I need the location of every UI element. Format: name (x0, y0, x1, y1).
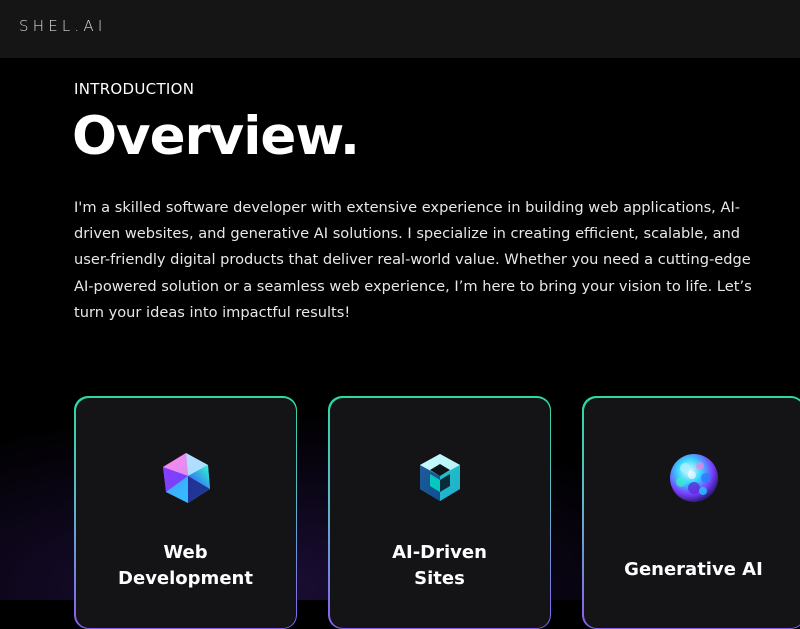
crystal-sphere-icon (666, 450, 722, 506)
crystal-cube-icon (412, 450, 468, 506)
service-card-body: Generative AI (584, 398, 800, 628)
section-label: INTRODUCTION (74, 80, 194, 98)
service-card-title: Generative AI (584, 557, 800, 583)
service-card-web-development[interactable]: WebDevelopment (74, 396, 297, 629)
service-card-generative-ai[interactable]: Generative AI (582, 396, 800, 629)
service-card-body: WebDevelopment (76, 398, 296, 628)
service-card-title: AI-DrivenSites (330, 540, 550, 592)
service-card-ai-driven-sites[interactable]: AI-DrivenSites (328, 396, 551, 629)
service-card-title: WebDevelopment (76, 540, 296, 592)
page-title: Overview. (72, 106, 359, 167)
overview-paragraph: I'm a skilled software developer with ex… (74, 195, 764, 326)
crystal-icosahedron-icon (158, 450, 214, 506)
logo[interactable]: SHEL.AI (19, 17, 107, 35)
service-card-body: AI-DrivenSites (330, 398, 550, 628)
navbar: SHEL.AI (0, 0, 800, 58)
